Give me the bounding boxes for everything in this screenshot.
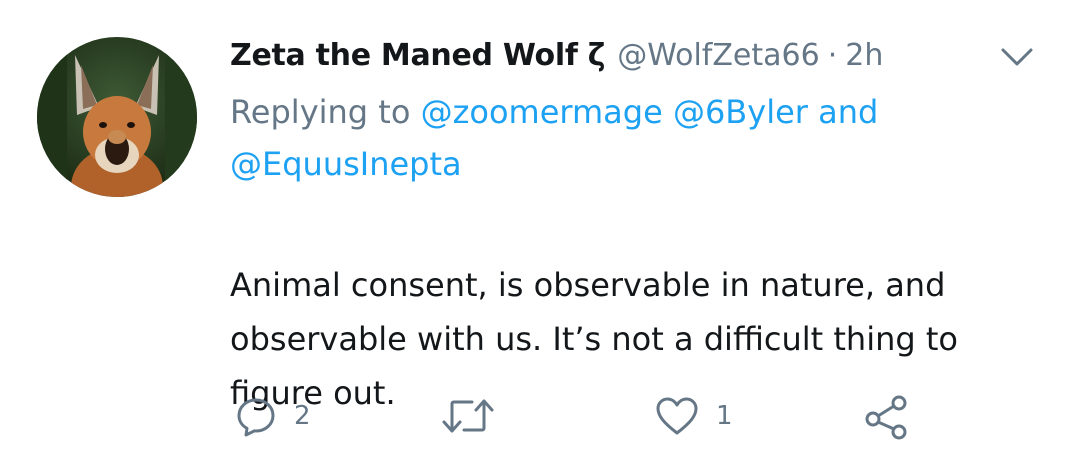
timestamp[interactable]: 2h [845,38,883,73]
replying-prefix: Replying to [230,93,411,131]
mention-link[interactable]: @zoomermage [421,93,663,131]
display-name[interactable]: Zeta the Maned Wolf ζ [230,38,605,73]
chevron-down-icon[interactable] [1000,46,1034,68]
tweet-header: Zeta the Maned Wolf ζ @WolfZeta66 · 2h [230,32,883,78]
share-icon [862,392,910,440]
reply-count: 2 [294,401,311,431]
retweet-button[interactable] [440,386,496,446]
mention-joiner[interactable]: and [818,93,878,131]
like-button[interactable]: 1 [654,386,733,446]
like-count: 1 [716,401,733,431]
avatar[interactable] [37,37,197,197]
replying-to: Replying to @zoomermage @6Byler and @Equ… [230,86,1030,190]
avatar-image [37,37,197,197]
heart-icon [654,394,700,438]
mention-link[interactable]: @6Byler [673,93,808,131]
reply-icon [234,394,278,438]
retweet-icon [440,394,496,438]
action-bar: 2 1 [0,386,1080,446]
tweet-card[interactable]: Zeta the Maned Wolf ζ @WolfZeta66 · 2h R… [0,0,1080,460]
reply-button[interactable]: 2 [234,386,311,446]
mention-link[interactable]: @EquusInepta [230,145,462,183]
user-handle[interactable]: @WolfZeta66 [617,38,820,73]
separator-dot: · [827,37,838,73]
share-button[interactable] [862,386,910,446]
